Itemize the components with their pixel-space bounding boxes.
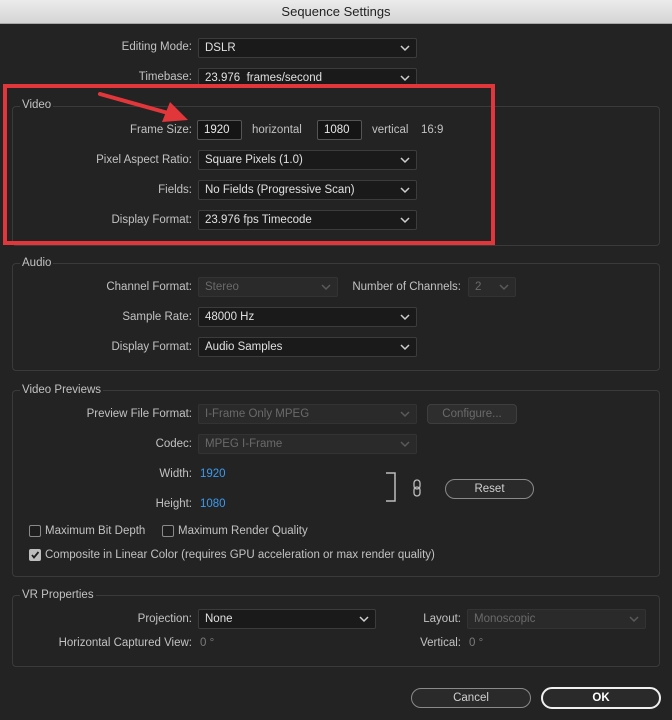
vr-properties-section xyxy=(12,595,660,667)
ok-button[interactable]: OK xyxy=(541,687,661,709)
layout-label: Layout: xyxy=(423,613,461,625)
chevron-down-icon xyxy=(400,435,412,453)
dimension-bracket-icon xyxy=(386,472,396,502)
channel-format-dropdown[interactable]: Stereo xyxy=(198,277,338,297)
linear-color-label: Composite in Linear Color (requires GPU … xyxy=(45,549,435,561)
sample-rate-label: Sample Rate: xyxy=(122,311,192,323)
num-channels-dropdown[interactable]: 2 xyxy=(468,277,516,297)
configure-button[interactable]: Configure... xyxy=(427,404,517,424)
window-title: Sequence Settings xyxy=(0,0,672,24)
chevron-down-icon xyxy=(400,39,412,57)
max-render-quality-checkbox[interactable] xyxy=(162,525,174,537)
num-channels-value: 2 xyxy=(475,281,482,293)
max-bit-depth-label: Maximum Bit Depth xyxy=(45,525,146,537)
preview-file-format-label: Preview File Format: xyxy=(86,408,192,420)
chevron-down-icon xyxy=(629,610,641,628)
audio-display-format-label: Display Format: xyxy=(111,341,192,353)
cancel-button[interactable]: Cancel xyxy=(411,688,531,708)
link-chain-icon[interactable] xyxy=(412,479,422,497)
channel-format-value: Stereo xyxy=(205,281,239,293)
chevron-down-icon xyxy=(359,610,371,628)
layout-dropdown[interactable]: Monoscopic xyxy=(467,609,646,629)
projection-label: Projection: xyxy=(137,613,192,625)
channel-format-label: Channel Format: xyxy=(106,281,192,293)
preview-width-value[interactable]: 1920 xyxy=(200,468,226,480)
checkmark-icon xyxy=(31,551,40,559)
audio-display-format-dropdown[interactable]: Audio Samples xyxy=(198,337,417,357)
audio-display-format-value: Audio Samples xyxy=(205,341,283,353)
reset-button[interactable]: Reset xyxy=(445,479,534,499)
codec-label: Codec: xyxy=(155,438,192,450)
preview-file-format-value: I-Frame Only MPEG xyxy=(205,408,310,420)
max-bit-depth-checkbox[interactable] xyxy=(29,525,41,537)
editing-mode-label: Editing Mode: xyxy=(121,41,192,53)
vertical-view-value[interactable]: 0 ° xyxy=(469,637,483,649)
vr-properties-section-title: VR Properties xyxy=(20,589,96,601)
sample-rate-value: 48000 Hz xyxy=(205,311,255,323)
max-render-quality-label: Maximum Render Quality xyxy=(178,525,308,537)
sample-rate-dropdown[interactable]: 48000 Hz xyxy=(198,307,417,327)
num-channels-label: Number of Channels: xyxy=(352,281,461,293)
chevron-down-icon xyxy=(400,308,412,326)
horizontal-captured-view-value[interactable]: 0 ° xyxy=(200,637,214,649)
codec-dropdown[interactable]: MPEG I-Frame xyxy=(198,434,417,454)
highlight-rectangle xyxy=(3,84,495,245)
layout-value: Monoscopic xyxy=(474,613,536,625)
audio-section-title: Audio xyxy=(20,257,54,269)
horizontal-captured-view-label: Horizontal Captured View: xyxy=(58,637,192,649)
vertical-view-label: Vertical: xyxy=(420,637,461,649)
preview-height-value[interactable]: 1080 xyxy=(200,498,226,510)
chevron-down-icon xyxy=(400,405,412,423)
annotation-arrow-icon xyxy=(98,92,188,122)
timebase-value: 23.976 frames/second xyxy=(205,72,322,84)
editing-mode-dropdown[interactable]: DSLR xyxy=(198,38,417,58)
preview-file-format-dropdown[interactable]: I-Frame Only MPEG xyxy=(198,404,417,424)
preview-height-label: Height: xyxy=(155,498,192,510)
projection-value: None xyxy=(205,613,233,625)
chevron-down-icon xyxy=(321,278,333,296)
chevron-down-icon xyxy=(400,338,412,356)
projection-dropdown[interactable]: None xyxy=(198,609,376,629)
codec-value: MPEG I-Frame xyxy=(205,438,283,450)
linear-color-checkbox[interactable] xyxy=(29,549,41,561)
timebase-label: Timebase: xyxy=(138,71,192,83)
chevron-down-icon xyxy=(499,278,511,296)
editing-mode-value: DSLR xyxy=(205,42,236,54)
preview-width-label: Width: xyxy=(159,468,192,480)
video-previews-section-title: Video Previews xyxy=(20,384,104,396)
